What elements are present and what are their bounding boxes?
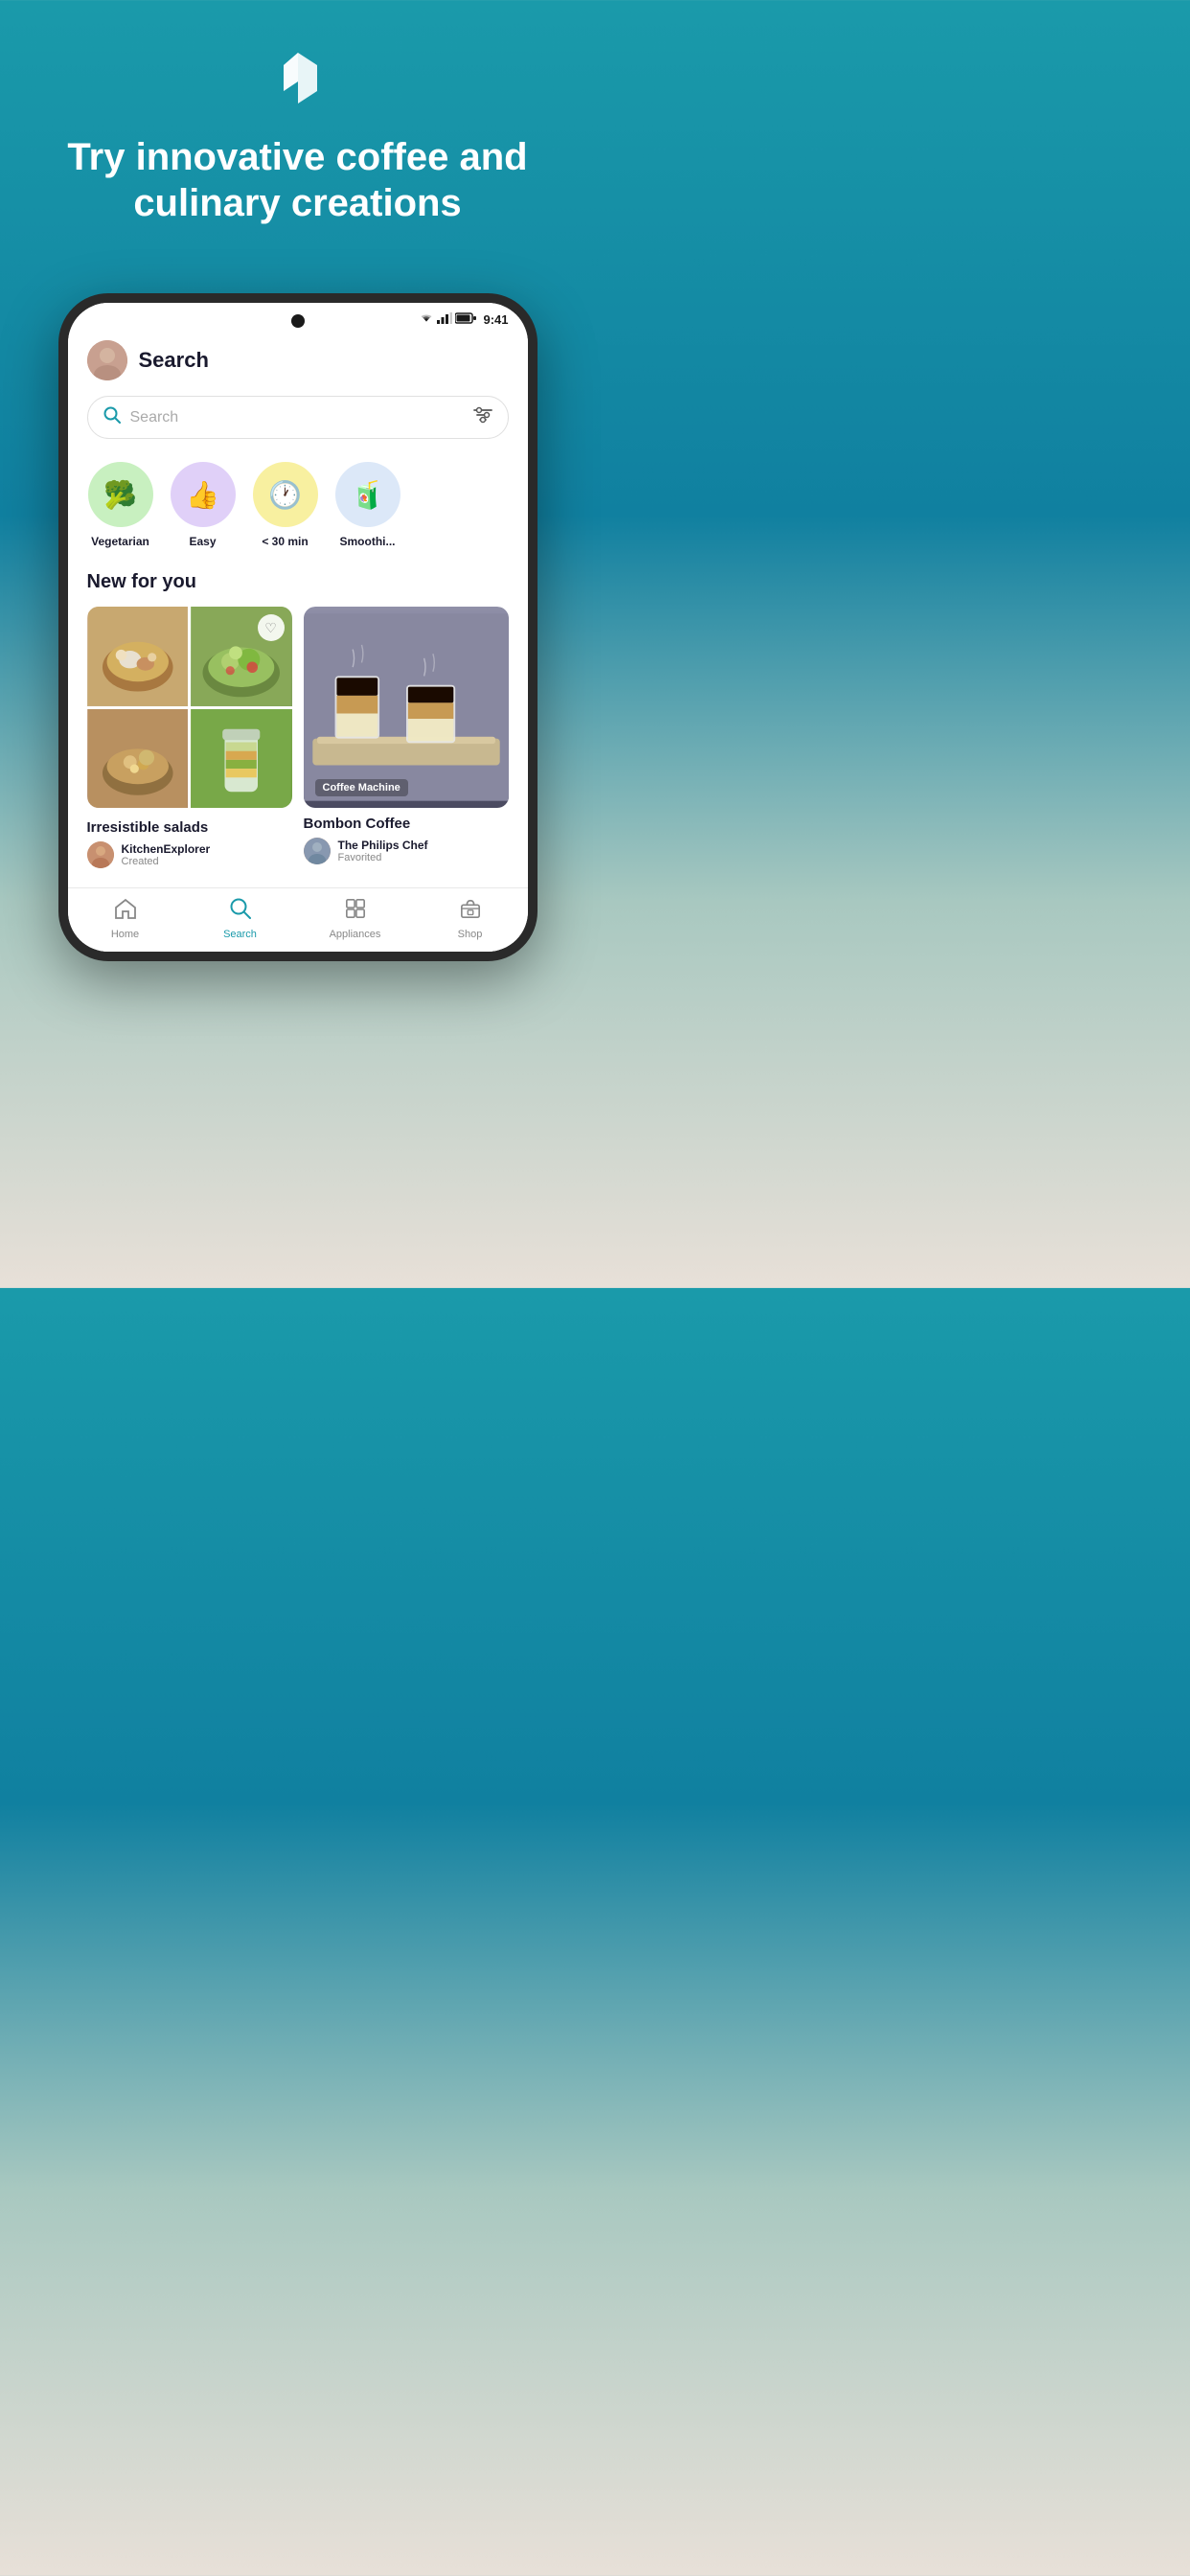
author-avatar-salads [87,841,114,868]
coffee-image: Coffee Machine [304,607,509,808]
hero-section: Try innovative coffee and culinary creat… [0,0,595,284]
card-title-coffee: Bombon Coffee [304,816,509,832]
hero-title: Try innovative coffee and culinary creat… [29,134,566,226]
category-chip-smoothie[interactable]: 🧃 Smoothi... [334,462,401,548]
shop-icon [459,898,482,925]
grid-cell-1 [87,607,189,706]
smoothie-icon: 🧃 [351,479,384,511]
phone-frame: 9:41 Search [58,293,538,961]
nav-label-appliances: Appliances [330,929,381,940]
author-avatar-coffee [304,838,331,864]
nav-label-home: Home [111,929,139,940]
signal-icon [437,312,452,327]
salads-grid: ♡ [87,607,292,808]
easy-icon: 👍 [186,479,219,511]
card-info-coffee: Bombon Coffee T [304,808,509,868]
avatar[interactable] [87,340,127,380]
app-content: Search Search [68,327,528,887]
appliances-icon [344,898,367,925]
category-chip-30min[interactable]: 🕐 < 30 min [252,462,319,548]
category-chip-easy[interactable]: 👍 Easy [170,462,237,548]
phone-screen: 9:41 Search [68,303,528,952]
phone-mockup: 9:41 Search [49,293,547,961]
category-label-vegetarian: Vegetarian [91,535,149,548]
battery-icon [455,312,476,327]
favorite-heart-icon[interactable]: ♡ [258,614,285,641]
avatar-image [87,340,127,380]
home-icon [114,898,137,925]
category-label-smoothie: Smoothi... [340,535,396,548]
category-circle-vegetarian: 🥦 [88,462,153,527]
camera-notch [291,314,305,328]
card-bombon-coffee[interactable]: Coffee Machine Bombon Coffee [304,607,509,872]
vegetarian-icon: 🥦 [103,479,137,511]
wifi-icon [419,312,434,327]
category-circle-30min: 🕐 [253,462,318,527]
search-icon [103,406,121,428]
nav-item-search[interactable]: Search [212,898,269,940]
section-title-new: New for you [87,564,509,607]
status-bar: 9:41 [68,303,528,327]
search-placeholder[interactable]: Search [130,409,464,426]
author-info-salads: KitchenExplorer Created [122,842,211,867]
card-author-row-salads: KitchenExplorer Created [87,841,292,868]
author-name-coffee: The Philips Chef [338,839,428,852]
author-name-salads: KitchenExplorer [122,842,211,856]
nav-item-appliances[interactable]: Appliances [327,898,384,940]
author-action-salads: Created [122,856,211,867]
nav-label-shop: Shop [458,929,483,940]
grid-cell-2: ♡ [191,607,292,706]
grid-cell-4 [191,709,292,809]
category-label-easy: Easy [189,535,216,548]
search-bar[interactable]: Search [87,396,509,439]
category-circle-easy: 👍 [171,462,236,527]
search-nav-icon [230,898,251,925]
clock-icon: 🕐 [268,479,302,511]
category-label-30min: < 30 min [262,535,308,548]
card-irresistible-salads[interactable]: ♡ [87,607,292,872]
grid-cell-3 [87,709,189,809]
card-author-row-coffee: The Philips Chef Favorited [304,838,509,864]
card-title-salads: Irresistible salads [87,819,292,836]
page-title: Search [139,348,209,373]
nav-item-shop[interactable]: Shop [442,898,499,940]
app-logo-icon [269,48,327,115]
author-info-coffee: The Philips Chef Favorited [338,839,428,863]
category-circle-smoothie: 🧃 [335,462,400,527]
status-time: 9:41 [483,312,508,327]
card-info-salads: Irresistible salads [87,812,292,872]
status-bar-right: 9:41 [419,312,508,327]
filter-icon[interactable] [473,406,492,428]
category-row: 🥦 Vegetarian 👍 Easy 🕐 [87,454,509,564]
nav-item-home[interactable]: Home [97,898,154,940]
bottom-nav: Home Search [68,887,528,952]
coffee-machine-badge: Coffee Machine [315,779,408,796]
author-action-coffee: Favorited [338,852,428,863]
category-chip-vegetarian[interactable]: 🥦 Vegetarian [87,462,154,548]
cards-row: ♡ [87,607,509,887]
app-header: Search [87,327,509,392]
search-bar-container: Search [87,392,509,454]
nav-label-search: Search [223,929,257,940]
